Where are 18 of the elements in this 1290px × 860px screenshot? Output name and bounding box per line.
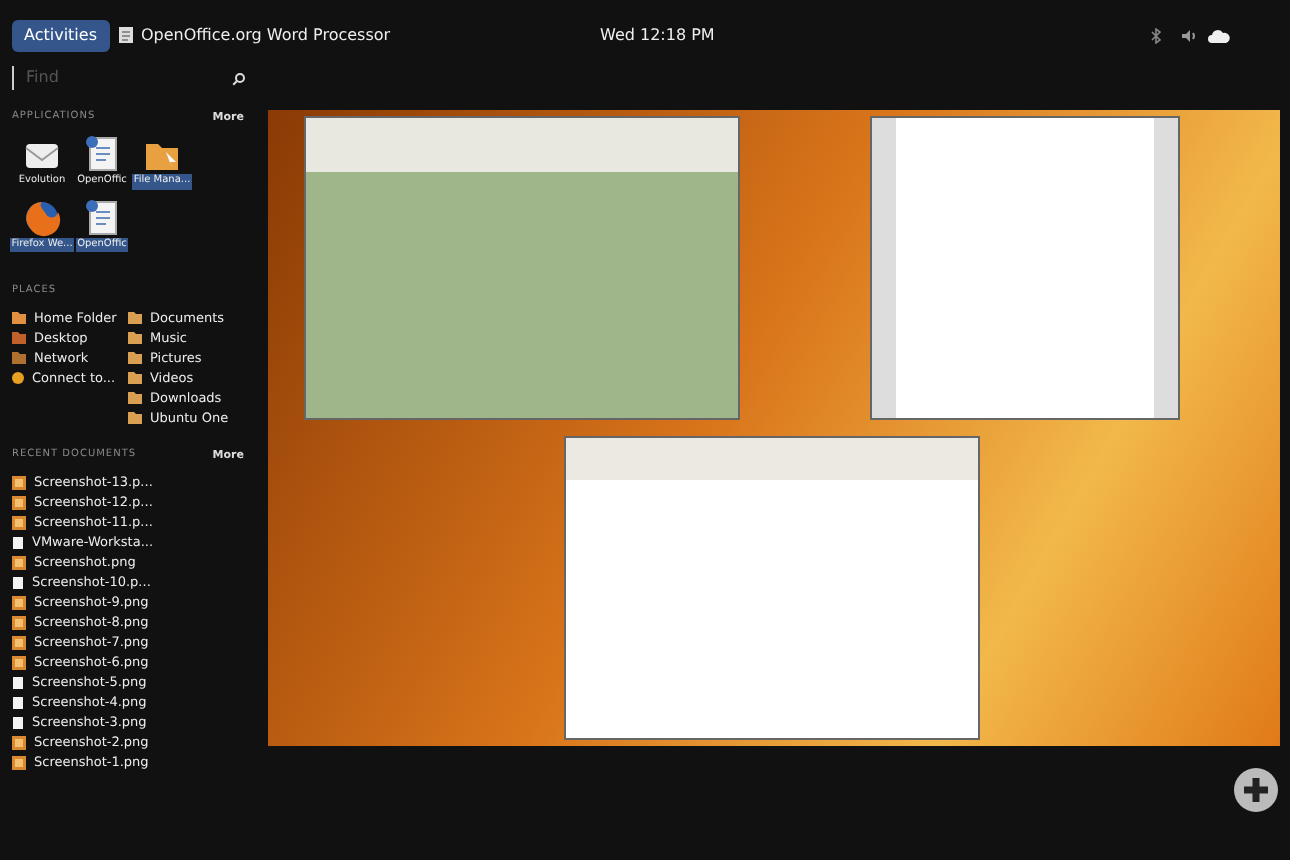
browser-window-preview[interactable] (304, 116, 740, 420)
search-icon (232, 71, 246, 85)
file-icon (12, 575, 24, 589)
cloud-icon[interactable] (1208, 27, 1230, 43)
file-browser-window-preview[interactable] (564, 436, 980, 740)
bluetooth-icon[interactable] (1148, 27, 1164, 43)
clock[interactable]: Wed 12:18 PM (600, 23, 715, 47)
add-workspace-button[interactable] (1234, 768, 1278, 812)
document-window-preview[interactable] (870, 116, 1180, 420)
search-field[interactable]: Find (12, 66, 232, 90)
document-icon (82, 134, 122, 175)
file-icon (12, 535, 24, 549)
document-icon (82, 197, 122, 238)
volume-icon[interactable] (1180, 27, 1198, 43)
app-name[interactable]: OpenOffice.org Word Processor (141, 23, 391, 47)
activities-button[interactable]: Activities (12, 19, 109, 51)
document-icon (117, 26, 133, 44)
image-file-icon (12, 555, 26, 569)
